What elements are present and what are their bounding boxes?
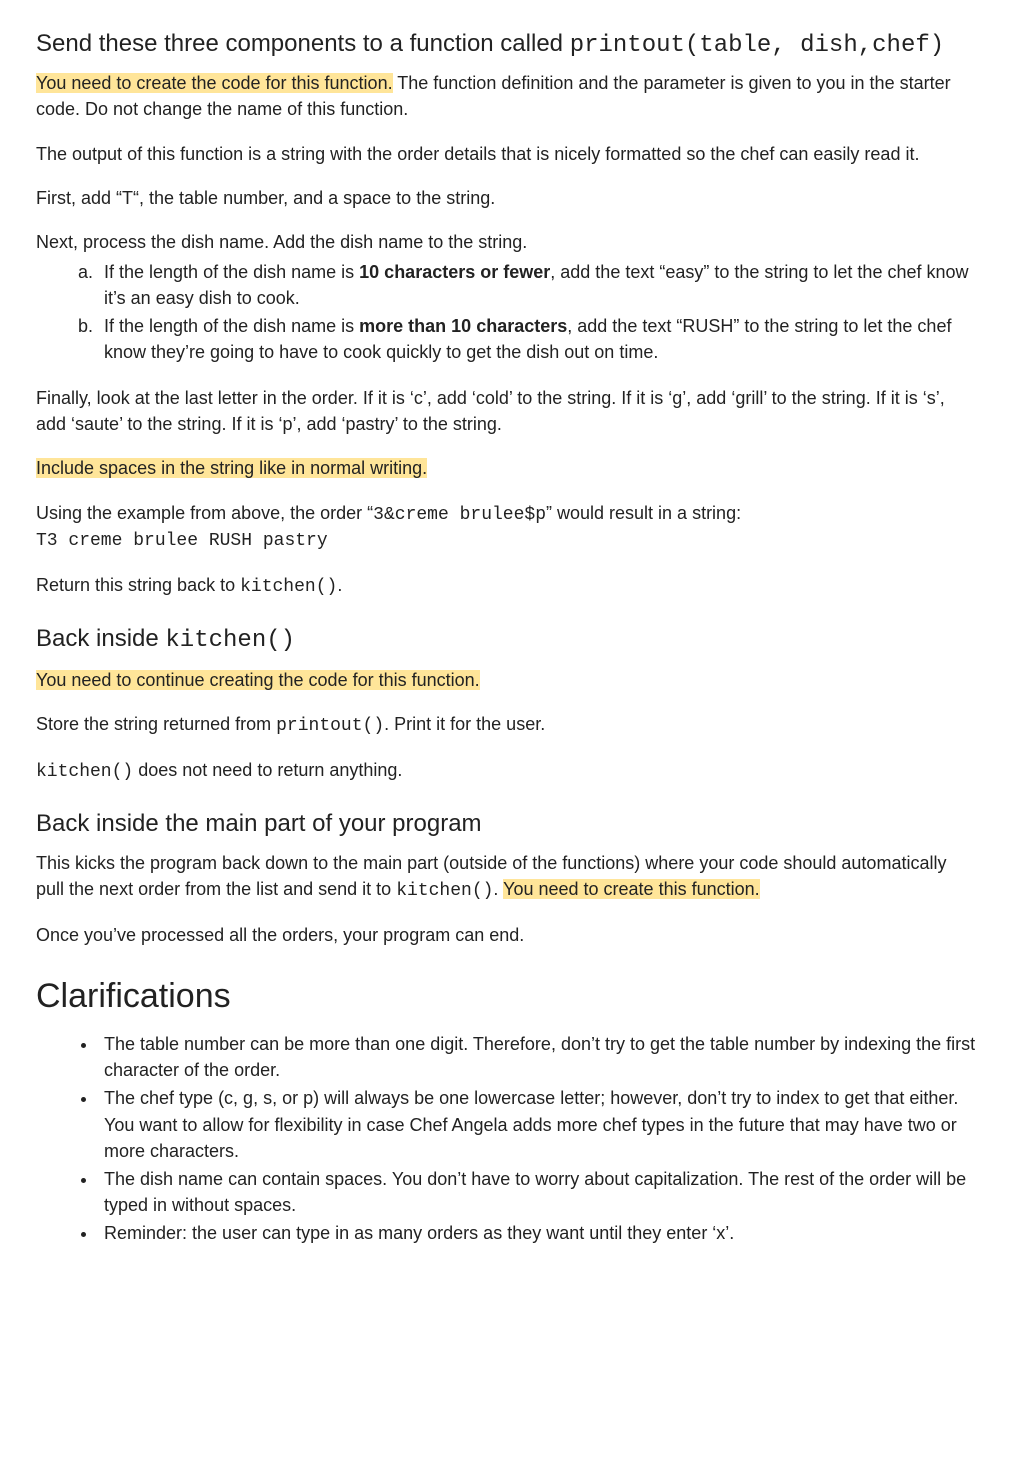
section1-p6-highlight: Include spaces in the string like in nor… [36,458,427,478]
li-b-pre: If the length of the dish name is [104,316,359,336]
section1-heading-text: Send these three components to a functio… [36,30,570,57]
list-item: If the length of the dish name is 10 cha… [98,259,976,311]
section1-p8-code: kitchen() [240,577,337,597]
section1-p8-pre: Return this string back to [36,575,240,595]
section1-p7: Using the example from above, the order … [36,500,976,528]
list-item: If the length of the dish name is more t… [98,313,976,365]
section2-p3-post: does not need to return anything. [133,760,402,780]
li-a-pre: If the length of the dish name is [104,262,359,282]
clarifications-heading: Clarifications [36,972,976,1021]
list-item: The dish name can contain spaces. You do… [98,1166,976,1218]
section2-p1-highlight: You need to continue creating the code f… [36,670,480,690]
section2-heading-code: kitchen() [165,627,295,654]
section1-p7-code: 3&creme brulee$p [373,505,546,525]
section1-p7-output: T3 creme brulee RUSH pastry [36,528,976,554]
section1-p1: You need to create the code for this fun… [36,70,976,122]
list-item: The table number can be more than one di… [98,1031,976,1083]
section2-p2: Store the string returned from printout(… [36,711,976,739]
section3-p1-code: kitchen() [396,881,493,901]
clarifications-list: The table number can be more than one di… [36,1031,976,1246]
section3-heading: Back inside the main part of your progra… [36,807,976,842]
section1-p4: Next, process the dish name. Add the dis… [36,229,976,255]
section1-p6: Include spaces in the string like in nor… [36,455,976,481]
section1-sublist: If the length of the dish name is 10 cha… [36,259,976,365]
section3-p1-mid: . [493,879,503,899]
section3-p2: Once you’ve processed all the orders, yo… [36,922,976,948]
section1-heading: Send these three components to a functio… [36,28,976,62]
li-a-bold: 10 characters or fewer [359,262,550,282]
section2-p3: kitchen() does not need to return anythi… [36,757,976,785]
section3-p1-highlight: You need to create this function. [503,879,760,899]
list-item: The chef type (c, g, s, or p) will alway… [98,1085,976,1163]
section1-p3: First, add “T“, the table number, and a … [36,185,976,211]
section2-heading-text: Back inside [36,625,165,652]
section2-p3-code: kitchen() [36,762,133,782]
section2-p1: You need to continue creating the code f… [36,667,976,693]
section1-p1-highlight: You need to create the code for this fun… [36,73,393,93]
li-b-bold: more than 10 characters [359,316,567,336]
section1-p7-pre: Using the example from above, the order … [36,503,373,523]
section1-p8-post: . [337,575,342,595]
list-item: Reminder: the user can type in as many o… [98,1220,976,1246]
section1-p2: The output of this function is a string … [36,141,976,167]
section2-heading: Back inside kitchen() [36,622,976,659]
section1-heading-code: printout(table, dish,chef) [570,32,944,59]
section2-p2-pre: Store the string returned from [36,714,276,734]
section1-p8: Return this string back to kitchen(). [36,572,976,600]
section2-p2-code: printout() [276,716,384,736]
section1-p5: Finally, look at the last letter in the … [36,385,976,437]
section3-p1: This kicks the program back down to the … [36,850,976,904]
section1-p7-post: ” would result in a string: [546,503,741,523]
section2-p2-post: . Print it for the user. [384,714,545,734]
